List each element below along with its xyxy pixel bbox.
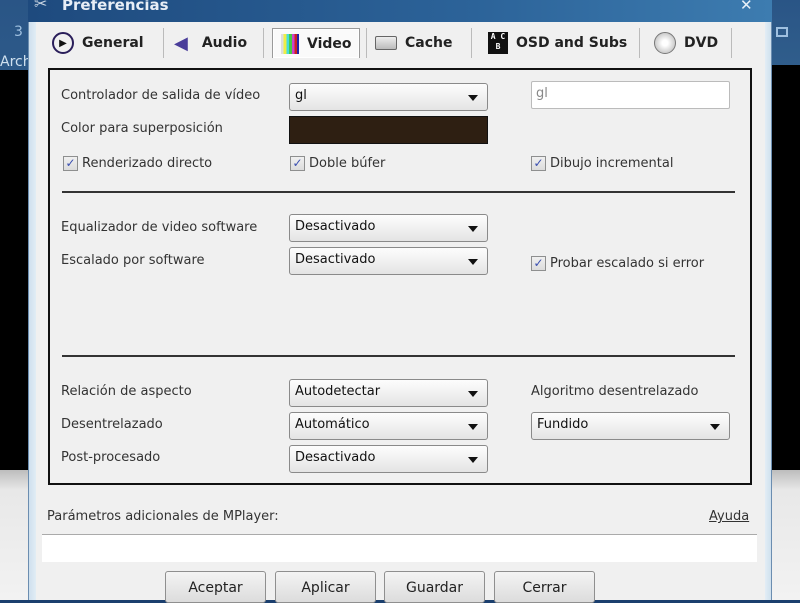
check-icon: ✓ bbox=[63, 156, 78, 171]
select-value: Automático bbox=[295, 417, 370, 432]
tab-label: OSD and Subs bbox=[516, 35, 628, 51]
deinterlace-label: Desentrelazado bbox=[61, 417, 163, 432]
tab-label: Video bbox=[307, 35, 352, 52]
overlay-color-button[interactable] bbox=[289, 116, 488, 144]
chevron-down-icon bbox=[468, 259, 478, 265]
video-area bbox=[772, 65, 800, 470]
output-driver-custom-input[interactable]: gl bbox=[531, 81, 730, 109]
select-value: Desactivado bbox=[295, 450, 376, 465]
select-value: Desactivado bbox=[295, 252, 376, 267]
chevron-down-icon bbox=[468, 457, 478, 463]
postprocess-label: Post-procesado bbox=[61, 450, 161, 465]
extra-params-label: Parámetros adicionales de MPlayer: bbox=[47, 509, 279, 524]
try-scaling-checkbox[interactable]: ✓ Probar escalado si error bbox=[531, 256, 704, 271]
tab-osd-subs[interactable]: A CB OSD and Subs bbox=[480, 28, 640, 58]
select-value: Fundido bbox=[537, 417, 589, 432]
dialog-title: Preferencias bbox=[62, 0, 169, 14]
app-icon-text: 3 bbox=[14, 24, 23, 40]
output-driver-select[interactable]: gl bbox=[289, 83, 488, 111]
abc-icon: A CB bbox=[488, 32, 508, 54]
dvd-icon bbox=[654, 32, 676, 54]
software-scaling-select[interactable]: Desactivado bbox=[289, 247, 488, 275]
close-icon[interactable]: ✕ bbox=[740, 0, 753, 14]
tab-dvd[interactable]: DVD bbox=[646, 28, 732, 58]
software-scaling-label: Escalado por software bbox=[61, 253, 205, 268]
help-link[interactable]: Ayuda bbox=[709, 509, 749, 524]
output-driver-label: Controlador de salida de vídeo bbox=[61, 88, 261, 103]
tab-label: Cache bbox=[405, 35, 453, 51]
speaker-icon: ◀ bbox=[174, 32, 188, 54]
overlay-color-label: Color para superposición bbox=[61, 121, 223, 136]
background-window-left: 3 Arch bbox=[0, 0, 32, 600]
check-icon: ✓ bbox=[531, 156, 546, 171]
chevron-down-icon bbox=[468, 424, 478, 430]
menu-archivo[interactable]: Arch bbox=[0, 54, 32, 70]
checkbox-label: Doble búfer bbox=[309, 156, 386, 171]
check-icon: ✓ bbox=[531, 256, 546, 271]
maximize-icon[interactable] bbox=[776, 27, 788, 37]
deinterlace-algo-label: Algoritmo desentrelazado bbox=[531, 384, 699, 399]
checkbox-label: Probar escalado si error bbox=[550, 256, 705, 271]
controls-area bbox=[772, 470, 800, 600]
tab-label: DVD bbox=[684, 35, 719, 51]
direct-render-checkbox[interactable]: ✓ Renderizado directo bbox=[63, 156, 212, 171]
controls-area bbox=[0, 470, 28, 600]
tab-cache[interactable]: Cache bbox=[366, 28, 472, 58]
postprocess-select[interactable]: Desactivado bbox=[289, 445, 488, 473]
checkbox-label: Dibujo incremental bbox=[550, 156, 674, 171]
double-buffer-checkbox[interactable]: ✓ Doble búfer bbox=[290, 156, 385, 171]
separator bbox=[62, 355, 735, 357]
tab-audio[interactable]: ◀ Audio bbox=[166, 28, 264, 58]
tab-label: General bbox=[82, 35, 144, 51]
aspect-select[interactable]: Autodetectar bbox=[289, 379, 488, 407]
color-bars-icon bbox=[281, 33, 299, 54]
software-eq-label: Equalizador de video software bbox=[61, 220, 258, 235]
checkbox-label: Renderizado directo bbox=[82, 156, 213, 171]
chevron-down-icon bbox=[710, 424, 720, 430]
incremental-draw-checkbox[interactable]: ✓ Dibujo incremental bbox=[531, 156, 673, 171]
save-button[interactable]: Guardar bbox=[384, 571, 485, 603]
drive-icon bbox=[375, 36, 397, 50]
close-button[interactable]: Cerrar bbox=[494, 571, 595, 603]
deinterlace-select[interactable]: Automático bbox=[289, 412, 488, 440]
select-value: Autodetectar bbox=[295, 384, 381, 399]
software-eq-select[interactable]: Desactivado bbox=[289, 214, 488, 242]
chevron-down-icon bbox=[468, 95, 478, 101]
aspect-label: Relación de aspecto bbox=[61, 384, 192, 399]
select-value: gl bbox=[295, 88, 307, 103]
background-window-right bbox=[772, 0, 800, 600]
apply-button[interactable]: Aplicar bbox=[275, 571, 376, 603]
tools-icon: ✂ bbox=[34, 0, 48, 13]
accept-button[interactable]: Aceptar bbox=[165, 571, 266, 603]
extra-params-input[interactable] bbox=[42, 534, 757, 562]
play-circle-icon: ▶ bbox=[52, 32, 74, 54]
tab-video[interactable]: Video bbox=[272, 28, 360, 58]
separator bbox=[62, 191, 735, 193]
video-area bbox=[0, 70, 28, 470]
tab-general[interactable]: ▶ General bbox=[44, 28, 164, 58]
deinterlace-algo-select[interactable]: Fundido bbox=[531, 412, 730, 440]
chevron-down-icon bbox=[468, 391, 478, 397]
check-icon: ✓ bbox=[290, 156, 305, 171]
chevron-down-icon bbox=[468, 226, 478, 232]
tab-label: Audio bbox=[201, 35, 248, 51]
select-value: Desactivado bbox=[295, 219, 376, 234]
